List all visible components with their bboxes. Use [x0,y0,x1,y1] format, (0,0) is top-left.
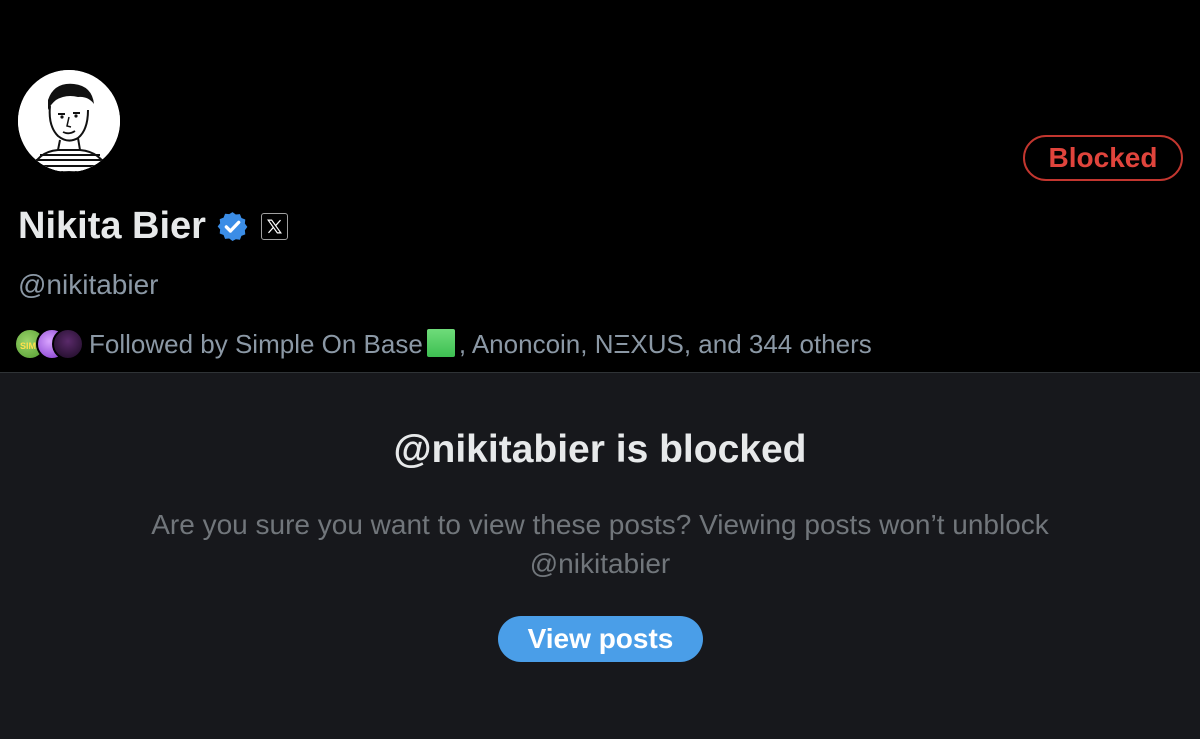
x-logo-icon[interactable] [260,212,288,240]
followed-by-row[interactable]: SIMP Followed by Simple On Base , Anoncoi… [14,324,872,364]
followed-by-prefix: Followed by Simple On Base [89,328,423,359]
blocked-button-label: Blocked [1048,142,1158,173]
view-posts-button[interactable]: View posts [498,616,703,662]
avatar-portrait-icon [18,70,120,172]
green-square-emoji-icon [426,328,455,357]
verified-badge-icon[interactable] [216,210,249,243]
blocked-description: Are you sure you want to view these post… [100,505,1100,583]
profile-avatar[interactable] [18,70,120,172]
follower-avatars: SIMP [14,326,84,362]
profile-handle: @nikitabier [18,269,159,300]
profile-header: Blocked Nikita Bier @nikitabier SIMP Fol… [0,0,1200,372]
followed-by-suffix: , Anoncoin, NΞXUS, and 344 others [458,328,872,359]
name-row: Nikita Bier [18,201,288,251]
followed-by-text: Followed by Simple On Base , Anoncoin, NΞ… [89,328,872,360]
display-name: Nikita Bier [18,204,206,247]
follower-avatar [52,328,84,360]
blocked-title: @nikitabier is blocked [393,428,807,471]
blocked-button[interactable]: Blocked [1023,135,1183,181]
blocked-description-line2: @nikitabier [529,548,671,579]
blocked-description-line1: Are you sure you want to view these post… [151,509,1049,540]
